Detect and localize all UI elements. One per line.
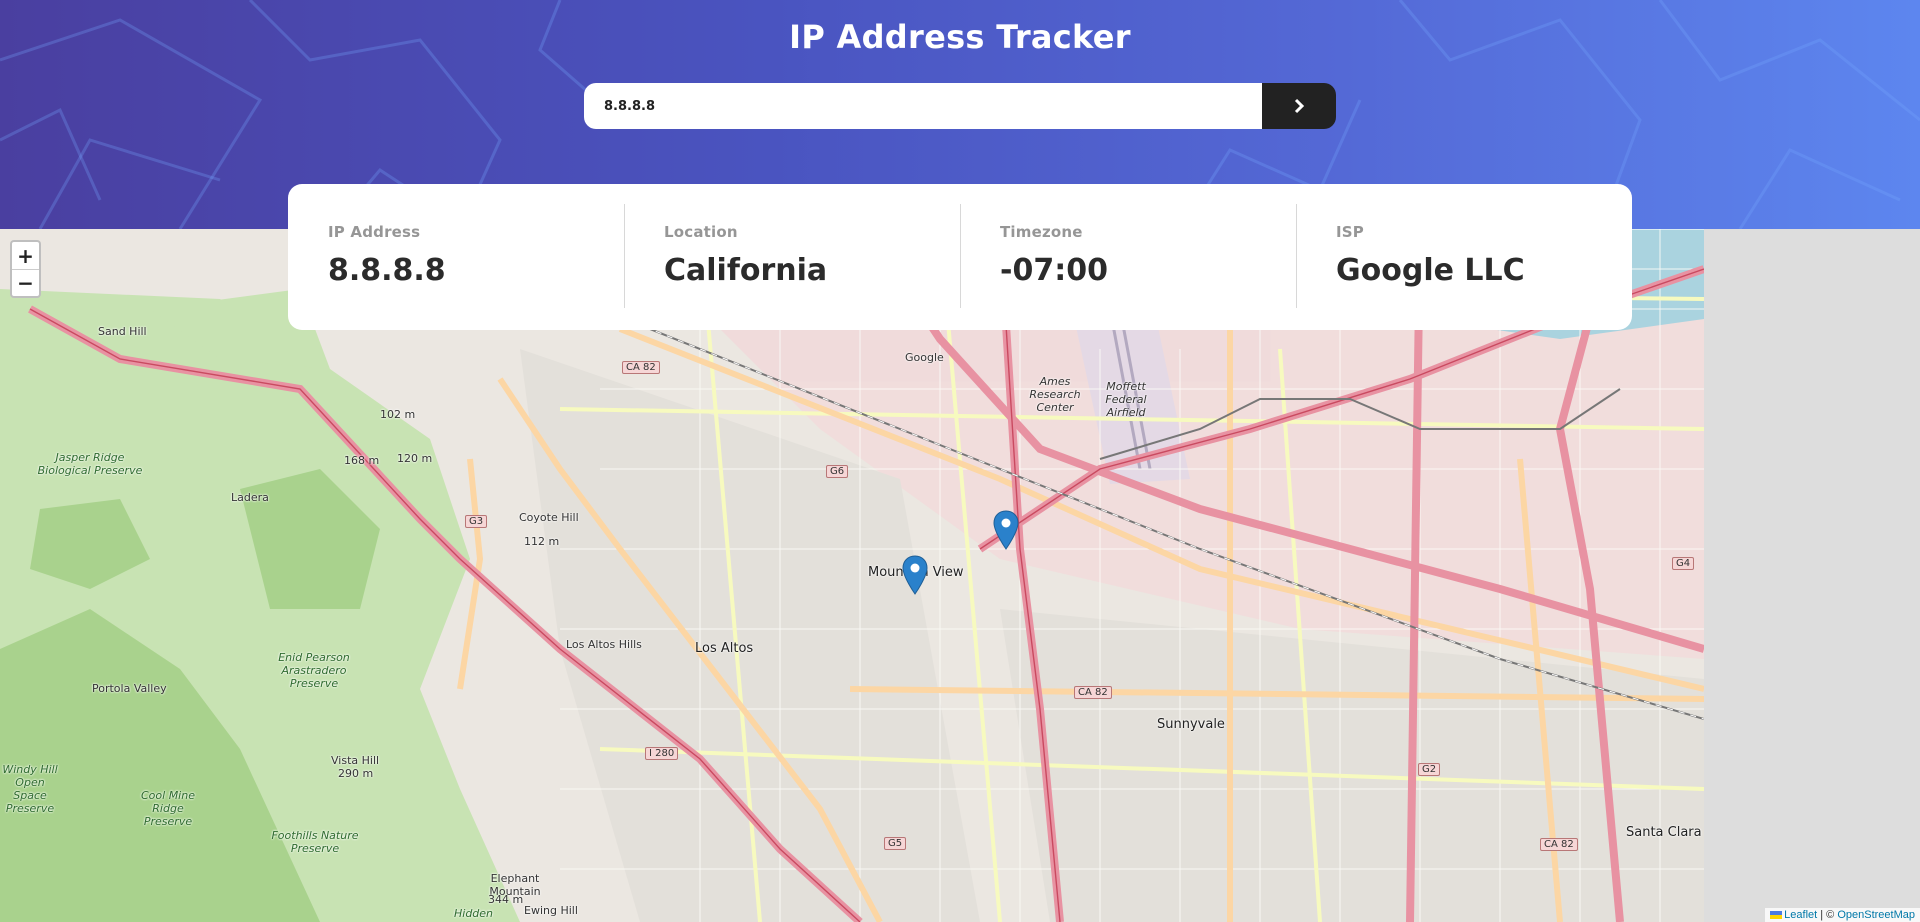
- map-label-portola-valley: Portola Valley: [92, 682, 167, 695]
- leaflet-link[interactable]: Leaflet: [1784, 909, 1817, 921]
- info-label: IP Address: [328, 223, 421, 241]
- map-label-elephant-mountain-elev: 344 m: [488, 893, 524, 906]
- map-label-google: Google: [905, 351, 944, 364]
- info-value: -07:00: [1000, 253, 1108, 288]
- road-shield: G2: [1418, 763, 1441, 776]
- road-shield: G3: [465, 515, 488, 528]
- info-label: Timezone: [1000, 223, 1083, 241]
- ip-search-input[interactable]: [584, 83, 1262, 129]
- map-label-ewing-hill: Ewing Hill: [524, 904, 578, 917]
- info-value: Google LLC: [1336, 253, 1525, 288]
- map-label-los-altos-hills: Los Altos Hills: [566, 638, 642, 651]
- road-shield: G4: [1672, 557, 1695, 570]
- map-view[interactable]: Mountain View Los Altos Los Altos Hills …: [0, 229, 1704, 922]
- map-label-elev-168: 168 m: [344, 454, 380, 467]
- map-label-coyote-hill-elev: 112 m: [524, 535, 560, 548]
- map-label-sunnyvale: Sunnyvale: [1157, 717, 1225, 732]
- map-label-foothills: Foothills Nature Preserve: [271, 829, 359, 855]
- road-shield: CA 82: [1074, 686, 1112, 699]
- map-label-ladera: Ladera: [231, 491, 269, 504]
- map-tiles[interactable]: [0, 229, 1704, 922]
- info-ip-address: IP Address 8.8.8.8: [288, 184, 624, 330]
- map-label-vista-hill: Vista Hill: [331, 754, 380, 767]
- map-label-los-altos: Los Altos: [695, 641, 754, 656]
- ip-info-card: IP Address 8.8.8.8 Location California T…: [288, 184, 1632, 330]
- zoom-out-button[interactable]: −: [12, 269, 39, 296]
- info-label: ISP: [1336, 223, 1364, 241]
- map-label-coyote-hill: Coyote Hill: [519, 511, 579, 524]
- attribution-separator: | ©: [1817, 909, 1838, 921]
- map-label-cool-mine: Cool Mine Ridge Preserve: [141, 789, 195, 828]
- map-label-windy-hill: Windy Hill Open Space Preserve: [2, 763, 58, 815]
- map-label-jasper-ridge: Jasper Ridge Biological Preserve: [37, 451, 143, 477]
- road-shield: I 280: [645, 747, 679, 760]
- info-value: 8.8.8.8: [328, 253, 446, 288]
- info-value: California: [664, 253, 828, 288]
- map-label-vista-hill-elev: 290 m: [338, 767, 374, 780]
- road-shield: CA 82: [1540, 838, 1578, 851]
- info-label: Location: [664, 223, 738, 241]
- ip-search-form: [584, 83, 1336, 129]
- location-marker-icon[interactable]: [993, 510, 1019, 550]
- map-label-enid-pearson: Enid Pearson Arastradero Preserve: [278, 651, 350, 690]
- info-location: Location California: [624, 184, 960, 330]
- map-label-ames: Ames Research Center: [1029, 375, 1081, 414]
- search-submit-button[interactable]: [1262, 83, 1336, 129]
- chevron-right-icon: [1294, 98, 1305, 114]
- openstreetmap-link[interactable]: OpenStreetMap: [1837, 909, 1915, 921]
- map-attribution: Leaflet | © OpenStreetMap: [1765, 908, 1920, 922]
- map-label-elev-120: 120 m: [397, 452, 433, 465]
- map-label-hidden: Hidden: [454, 907, 494, 920]
- info-timezone: Timezone -07:00: [960, 184, 1296, 330]
- map-label-santa-clara: Santa Clara: [1626, 825, 1702, 840]
- map-label-moffett: Moffett Federal Airfield: [1105, 380, 1147, 419]
- info-isp: ISP Google LLC: [1296, 184, 1632, 330]
- map-label-sand-hill: Sand Hill: [98, 325, 147, 338]
- location-marker-icon[interactable]: [902, 555, 928, 595]
- zoom-control: + −: [10, 240, 41, 298]
- road-shield: G5: [884, 837, 907, 850]
- zoom-in-button[interactable]: +: [12, 242, 39, 269]
- ukraine-flag-icon: [1770, 911, 1783, 920]
- page-title: IP Address Tracker: [789, 18, 1131, 56]
- road-shield: CA 82: [622, 361, 660, 374]
- map-label-elev-102: 102 m: [380, 408, 416, 421]
- road-shield: G6: [826, 465, 849, 478]
